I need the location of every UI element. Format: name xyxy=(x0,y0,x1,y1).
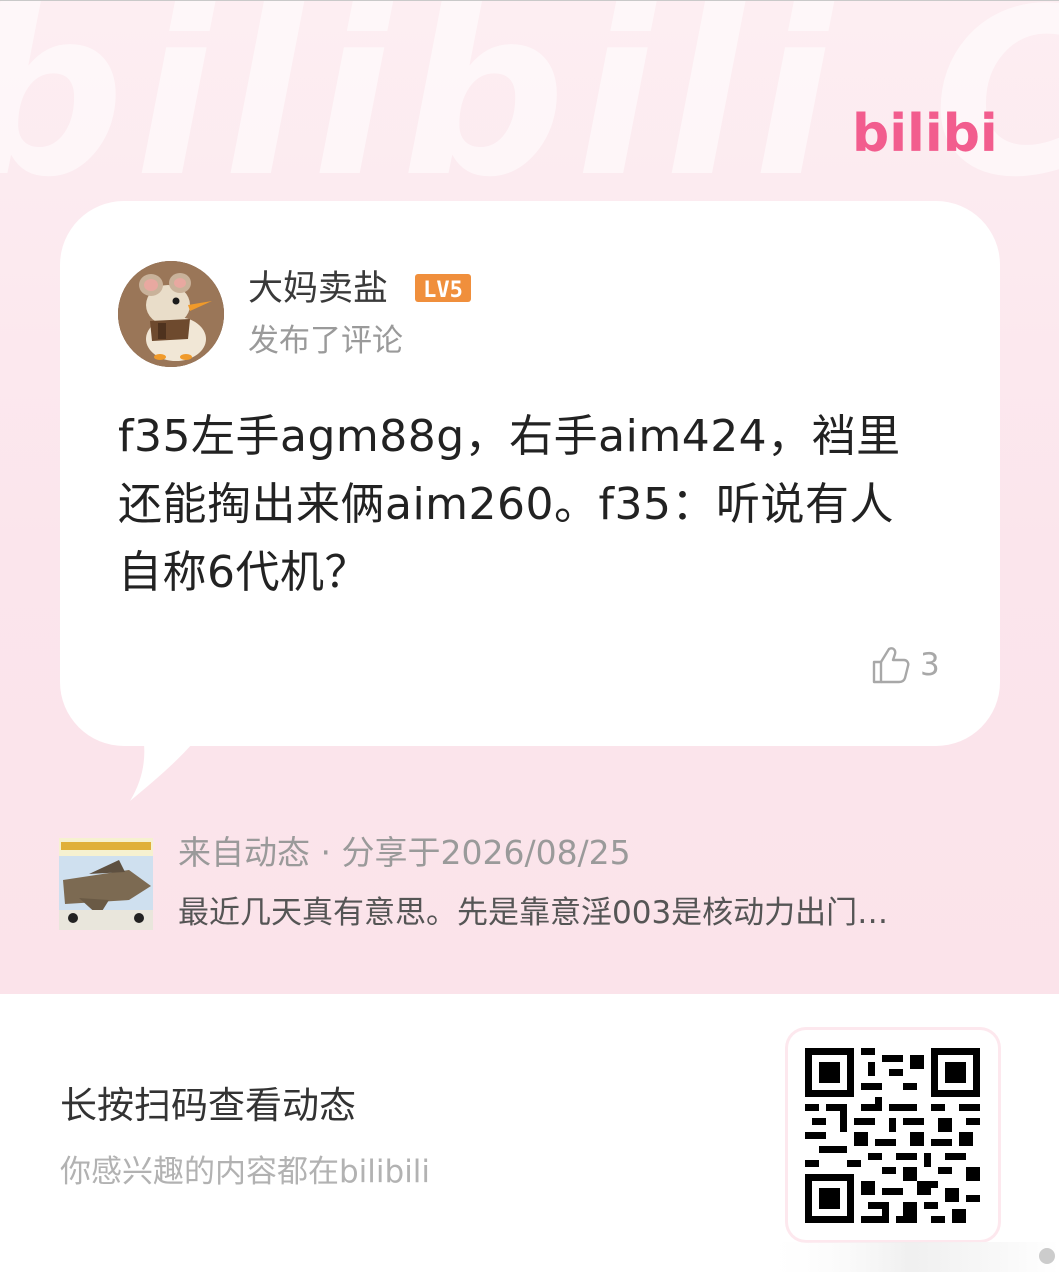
user-name[interactable]: 大妈卖盐 xyxy=(248,267,388,311)
action-subtitle: 发布了评论 xyxy=(248,323,403,359)
like-count: 3 xyxy=(920,647,940,683)
mouse-duck-avatar-icon xyxy=(118,261,224,367)
bilibili-logo: bilibili xyxy=(852,104,998,163)
level-badge: LV5 xyxy=(415,274,471,303)
source-thumbnail[interactable] xyxy=(59,838,153,930)
user-avatar[interactable] xyxy=(118,261,224,367)
qr-hint: 你感兴趣的内容都在bilibili xyxy=(60,1154,431,1190)
fighter-jet-thumbnail-icon xyxy=(59,838,153,930)
source-meta: 来自动态 · 分享于2026/08/25 xyxy=(178,833,631,872)
like-button[interactable]: 3 xyxy=(870,641,940,689)
comment-body: f35左手agm88g，右手aim424，裆里还能掏出来俩aim260。f35：… xyxy=(118,411,901,598)
share-card: bilibili COMMENT bilibili 大妈卖盐 LV5 发布 xyxy=(0,0,1059,994)
bubble-tail xyxy=(130,721,210,801)
level-badge-text: LV5 xyxy=(423,278,463,303)
qr-code-icon[interactable] xyxy=(805,1048,980,1223)
source-description[interactable]: 最近几天真有意思。先是靠意淫003是核动力出门… xyxy=(178,891,988,935)
bilibili-logo-text: bilibili xyxy=(852,104,998,163)
qr-title: 长按扫码查看动态 xyxy=(60,1084,356,1127)
share-watermark xyxy=(760,1242,1059,1272)
thumbs-up-icon xyxy=(872,647,910,684)
